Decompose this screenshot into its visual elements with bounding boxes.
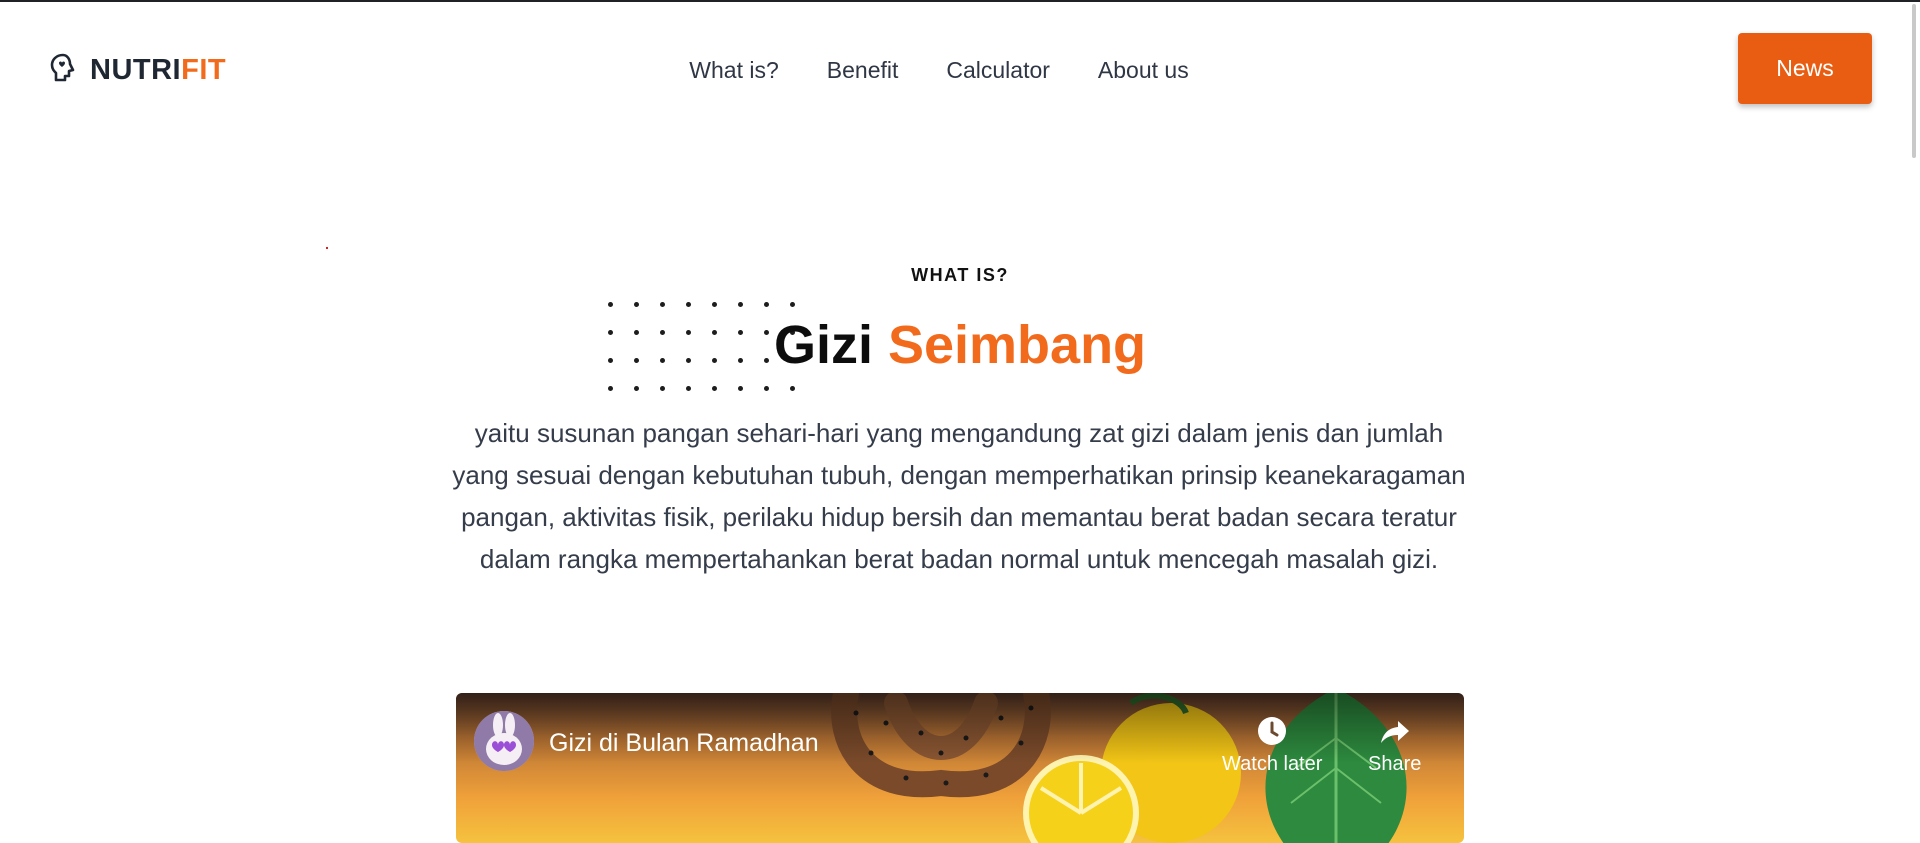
top-border [0,0,1920,2]
news-button[interactable]: News [1738,33,1872,104]
page-title: Gizi Seimbang [0,312,1920,378]
section-eyebrow: WHAT IS? [911,265,1009,285]
brand-name-fit: FIT [181,53,227,86]
pattern-dot [608,386,613,391]
pattern-dot [712,302,717,307]
section-description: yaitu susunan pangan sehari-hari yang me… [452,418,1466,574]
pattern-dot [738,386,743,391]
pattern-dot [712,386,717,391]
stray-dot [326,247,328,249]
pattern-dot [660,302,665,307]
title-word-seimbang: Seimbang [887,315,1147,375]
pattern-dot [764,386,769,391]
share-label: Share [1368,753,1422,775]
share-button[interactable]: Share [1368,715,1421,776]
nav-item-about-us[interactable]: About us [1098,50,1189,90]
brand-name: NUTRIFIT [90,54,226,87]
pattern-dot [634,302,639,307]
video-player[interactable]: Gizi di Bulan Ramadhan Watch later Share [456,693,1464,843]
title-word-gizi: Gizi [773,315,873,375]
brand-logo[interactable]: NUTRIFIT [50,50,226,90]
nav-item-calculator[interactable]: Calculator [946,50,1050,90]
main-nav: What is? Benefit Calculator About us [0,50,1920,90]
pattern-dot [738,302,743,307]
brand-name-nutri: NUTRI [90,53,182,86]
pattern-dot [686,386,691,391]
pattern-dot [764,302,769,307]
pattern-dot [660,386,665,391]
clock-icon [1258,717,1287,745]
pattern-dot [634,386,639,391]
watch-later-label: Watch later [1222,753,1323,775]
bunny-avatar-icon[interactable] [474,711,534,771]
share-arrow-icon [1380,721,1409,743]
pattern-dot [608,302,613,307]
watch-later-button[interactable]: Watch later [1222,715,1322,776]
brain-head-icon [50,53,76,88]
pattern-dot [686,302,691,307]
scrollbar[interactable] [1912,4,1916,158]
nav-item-what-is[interactable]: What is? [689,50,778,90]
pattern-dot [790,302,795,307]
pattern-dot [790,386,795,391]
video-title[interactable]: Gizi di Bulan Ramadhan [549,729,819,758]
nav-item-benefit[interactable]: Benefit [827,50,899,90]
